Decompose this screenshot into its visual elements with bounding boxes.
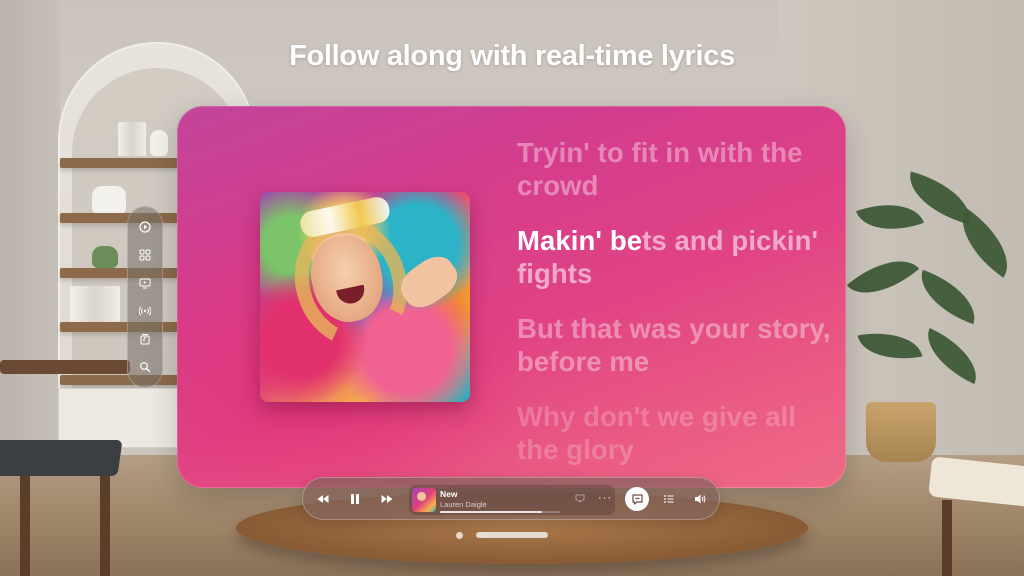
artwork-mouth — [336, 284, 367, 307]
radio-waves-icon — [139, 306, 151, 316]
album-artwork — [260, 192, 470, 402]
volume-button[interactable] — [688, 487, 712, 511]
queue-button[interactable] — [657, 487, 681, 511]
pause-button[interactable] — [343, 487, 367, 511]
chair-leg — [100, 476, 110, 576]
lyrics-toggle-button[interactable] — [625, 487, 649, 511]
shelf-books — [118, 122, 146, 156]
lyrics-panel: Tryin' to fit in with the crowd Makin' b… — [517, 136, 837, 488]
tab-listen-now[interactable] — [134, 216, 156, 238]
window-close-dot[interactable] — [456, 532, 463, 539]
grid-icon — [139, 249, 151, 261]
chair-leg — [942, 500, 952, 576]
lyric-line-current[interactable]: Makin' bets and pickin' fights — [517, 224, 837, 290]
lyric-line-next[interactable]: But that was your story, before me — [517, 312, 837, 378]
chair-backrest — [0, 360, 130, 374]
shelf-vase — [150, 130, 168, 156]
pause-icon — [351, 494, 359, 504]
shelf-vase — [92, 186, 126, 214]
playback-progress-fill — [440, 511, 542, 513]
tab-videos[interactable] — [134, 272, 156, 294]
search-icon — [140, 362, 151, 373]
now-playing-title: New — [440, 489, 458, 499]
tab-library[interactable] — [134, 328, 156, 350]
cabinet — [58, 388, 178, 448]
lyric-line-past[interactable]: Tryin' to fit in with the crowd — [517, 136, 837, 202]
speaker-icon — [695, 494, 706, 504]
lyrics-window: Tryin' to fit in with the crowd Makin' b… — [177, 106, 846, 488]
shelf — [60, 158, 178, 168]
fast-forward-button[interactable] — [375, 487, 399, 511]
lyric-line-upcoming[interactable]: Why don't we give all the glory — [517, 400, 837, 466]
airplay-icon[interactable] — [575, 493, 585, 503]
chair-leg — [20, 476, 30, 576]
playback-controls-bar: New Lauren Daigle ··· — [302, 477, 720, 520]
now-playing-artist: Lauren Daigle — [440, 500, 487, 509]
window-grabber[interactable] — [476, 532, 548, 538]
more-options-button[interactable]: ··· — [598, 493, 612, 504]
library-icon — [140, 334, 150, 345]
rewind-button[interactable] — [311, 487, 335, 511]
now-playing-card[interactable]: New Lauren Daigle ··· — [409, 485, 615, 515]
chair-seat — [0, 440, 123, 476]
lyrics-bubble-icon — [631, 493, 643, 505]
lyric-sung-portion: Makin' be — [517, 225, 643, 256]
now-playing-thumbnail — [412, 488, 436, 512]
tab-radio[interactable] — [134, 300, 156, 322]
list-icon — [664, 495, 674, 503]
headline: Follow along with real-time lyrics — [289, 40, 735, 72]
play-circle-icon — [139, 221, 151, 233]
fast-forward-icon — [381, 495, 393, 503]
tab-browse[interactable] — [134, 244, 156, 266]
shelf-plant — [92, 246, 118, 268]
playback-progress-bar[interactable] — [440, 511, 560, 513]
tv-icon — [139, 278, 151, 289]
rewind-icon — [317, 495, 329, 503]
plant-pot — [866, 402, 936, 462]
sidebar-tab-bar — [127, 206, 163, 388]
tab-search[interactable] — [134, 356, 156, 378]
shelf-books — [70, 286, 120, 322]
